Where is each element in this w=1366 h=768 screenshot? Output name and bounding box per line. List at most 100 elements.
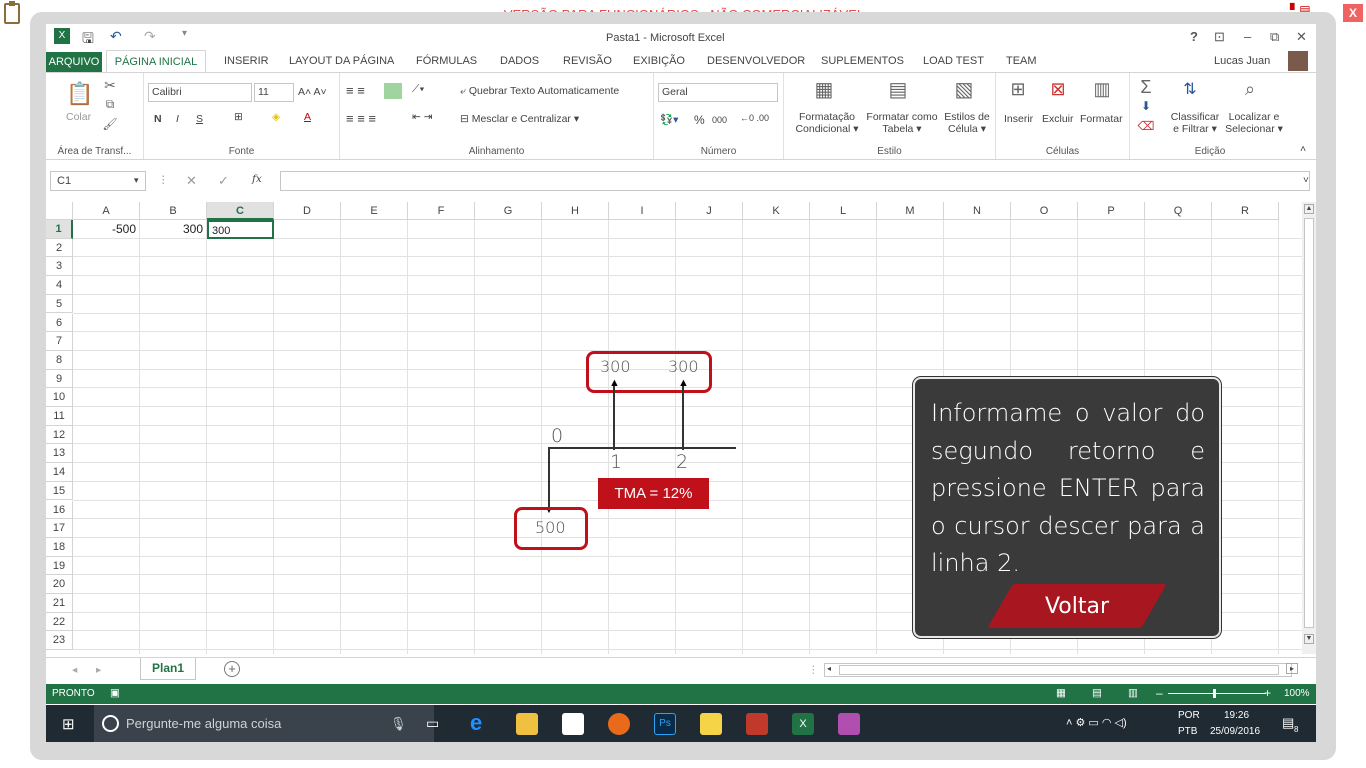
- bold-button[interactable]: N: [154, 113, 162, 125]
- copy-icon[interactable]: ⧉: [100, 97, 120, 117]
- lang-line1[interactable]: POR: [1178, 710, 1200, 721]
- microphone-icon[interactable]: 🎙: [390, 705, 407, 742]
- close-window-button[interactable]: ✕: [1296, 29, 1307, 45]
- row-header[interactable]: 16: [46, 500, 73, 520]
- find-select-button[interactable]: Localizar e Selecionar ▾: [1222, 111, 1286, 135]
- delete-cells-icon[interactable]: ⊠: [1048, 79, 1068, 99]
- firefox-icon[interactable]: [608, 713, 630, 735]
- row-header[interactable]: 19: [46, 556, 73, 576]
- zoom-slider-thumb[interactable]: [1213, 689, 1216, 698]
- row-header[interactable]: 2: [46, 238, 73, 258]
- borders-icon[interactable]: ⊞: [234, 111, 243, 123]
- merge-center-button[interactable]: ⊟ Mesclar e Centralizar ▾: [460, 113, 579, 125]
- page-layout-view-icon[interactable]: ▤: [1092, 687, 1102, 699]
- close-player-button[interactable]: X: [1343, 4, 1363, 22]
- grow-font-icon[interactable]: A˄ A˅: [298, 86, 327, 98]
- cortana-search-box[interactable]: Pergunte-me alguma coisa 🎙: [94, 705, 434, 742]
- tab-desenvolvedor[interactable]: DESENVOLVEDOR: [707, 55, 805, 67]
- row-header[interactable]: 20: [46, 575, 73, 594]
- column-header[interactable]: L: [810, 202, 877, 220]
- row-header[interactable]: 6: [46, 313, 73, 333]
- italic-button[interactable]: I: [176, 113, 179, 125]
- scroll-up-icon[interactable]: ▲: [1304, 204, 1314, 214]
- tab-exibicao[interactable]: EXIBIÇÃO: [633, 55, 685, 67]
- tab-pagina-inicial[interactable]: PÁGINA INICIAL: [106, 50, 206, 73]
- tab-team[interactable]: TEAM: [1006, 55, 1037, 67]
- format-painter-icon[interactable]: 🖌: [100, 117, 120, 137]
- zoom-in-button[interactable]: +: [1264, 686, 1271, 700]
- orientation-icon[interactable]: ⟋▾: [412, 83, 424, 96]
- column-header[interactable]: I: [609, 202, 676, 220]
- column-header[interactable]: J: [676, 202, 743, 220]
- cell-styles-button[interactable]: Estilos de Célula ▾: [942, 111, 992, 135]
- clear-icon[interactable]: ⌫: [1136, 119, 1156, 139]
- tab-dados[interactable]: DADOS: [500, 55, 539, 67]
- zoom-level[interactable]: 100%: [1284, 688, 1310, 699]
- tab-revisao[interactable]: REVISÃO: [563, 55, 612, 67]
- column-header[interactable]: H: [542, 202, 609, 220]
- row-header[interactable]: 22: [46, 612, 73, 632]
- column-header[interactable]: A: [73, 202, 140, 220]
- format-table-button[interactable]: Formatar como Tabela ▾: [864, 111, 940, 135]
- tab-suplementos[interactable]: SUPLEMENTOS: [821, 55, 904, 67]
- cell-b1[interactable]: 300: [140, 220, 207, 239]
- clock-time[interactable]: 19:26: [1224, 710, 1249, 721]
- sort-filter-button[interactable]: Classificar e Filtrar ▾: [1168, 111, 1222, 135]
- file-explorer-icon[interactable]: [516, 713, 538, 735]
- column-header[interactable]: O: [1011, 202, 1078, 220]
- tab-inserir[interactable]: INSERIR: [224, 55, 269, 67]
- select-all-corner[interactable]: [46, 202, 73, 220]
- align-bottom-icon[interactable]: [384, 83, 402, 99]
- scroll-right-icon[interactable]: ▸: [1286, 663, 1298, 674]
- collapse-ribbon-icon[interactable]: ˄: [1300, 143, 1306, 155]
- tray-icons[interactable]: ˄ ⚙ ▭ ◠ ◁): [1066, 716, 1127, 729]
- excel-taskbar-icon[interactable]: X: [792, 713, 814, 735]
- vertical-scrollbar[interactable]: ▲ ▼: [1302, 202, 1316, 654]
- column-header[interactable]: E: [341, 202, 408, 220]
- format-cells-button[interactable]: Formatar: [1080, 113, 1123, 125]
- new-sheet-button[interactable]: +: [224, 661, 240, 677]
- font-color-icon[interactable]: A: [304, 111, 311, 123]
- row-header[interactable]: 11: [46, 407, 73, 426]
- captivate-icon[interactable]: [838, 713, 860, 735]
- conditional-format-icon[interactable]: ▦: [814, 77, 834, 101]
- undo-icon[interactable]: ↶: [110, 28, 122, 45]
- voltar-button[interactable]: Voltar: [1000, 584, 1154, 628]
- find-binoculars-icon[interactable]: ⌕: [1240, 79, 1260, 99]
- row-header[interactable]: 17: [46, 519, 73, 538]
- confirm-entry-icon[interactable]: ✓: [218, 173, 229, 189]
- scroll-left-icon[interactable]: ◂: [827, 664, 831, 673]
- thousands-button[interactable]: 000: [712, 115, 727, 125]
- action-center-icon[interactable]: ▤: [1282, 715, 1294, 731]
- tab-split-handle[interactable]: ⋮: [808, 664, 819, 676]
- cut-icon[interactable]: ✂: [100, 77, 120, 97]
- column-header[interactable]: M: [877, 202, 944, 220]
- row-header[interactable]: 15: [46, 481, 73, 501]
- photoshop-icon[interactable]: Ps: [654, 713, 676, 735]
- tab-load-test[interactable]: LOAD TEST: [923, 55, 984, 67]
- scroll-down-icon[interactable]: ▼: [1304, 634, 1314, 644]
- font-name-select[interactable]: Calibri: [148, 83, 252, 102]
- vertical-scroll-thumb[interactable]: [1304, 218, 1314, 628]
- insert-cells-button[interactable]: Inserir: [1004, 113, 1033, 125]
- column-header[interactable]: R: [1212, 202, 1279, 220]
- font-size-select[interactable]: 11: [254, 83, 294, 102]
- lang-line2[interactable]: PTB: [1178, 726, 1197, 737]
- row-header[interactable]: 21: [46, 594, 73, 613]
- format-cells-icon[interactable]: ▥: [1092, 79, 1112, 99]
- row-header[interactable]: 12: [46, 425, 73, 445]
- sheet-tab-plan1[interactable]: Plan1: [140, 658, 196, 680]
- cell-a1[interactable]: -500: [73, 220, 140, 239]
- row-header[interactable]: 9: [46, 369, 73, 389]
- column-header[interactable]: Q: [1145, 202, 1212, 220]
- help-button[interactable]: ?: [1190, 29, 1198, 44]
- active-cell-c1[interactable]: 300: [207, 220, 274, 239]
- sticky-notes-icon[interactable]: [700, 713, 722, 735]
- column-header[interactable]: F: [408, 202, 475, 220]
- row-header[interactable]: 7: [46, 332, 73, 351]
- conditional-format-button[interactable]: Formatação Condicional ▾: [792, 111, 862, 135]
- zoom-out-button[interactable]: –: [1156, 686, 1163, 700]
- percent-button[interactable]: %: [694, 113, 705, 127]
- row-header[interactable]: 4: [46, 276, 73, 295]
- normal-view-icon[interactable]: ▦: [1056, 687, 1066, 699]
